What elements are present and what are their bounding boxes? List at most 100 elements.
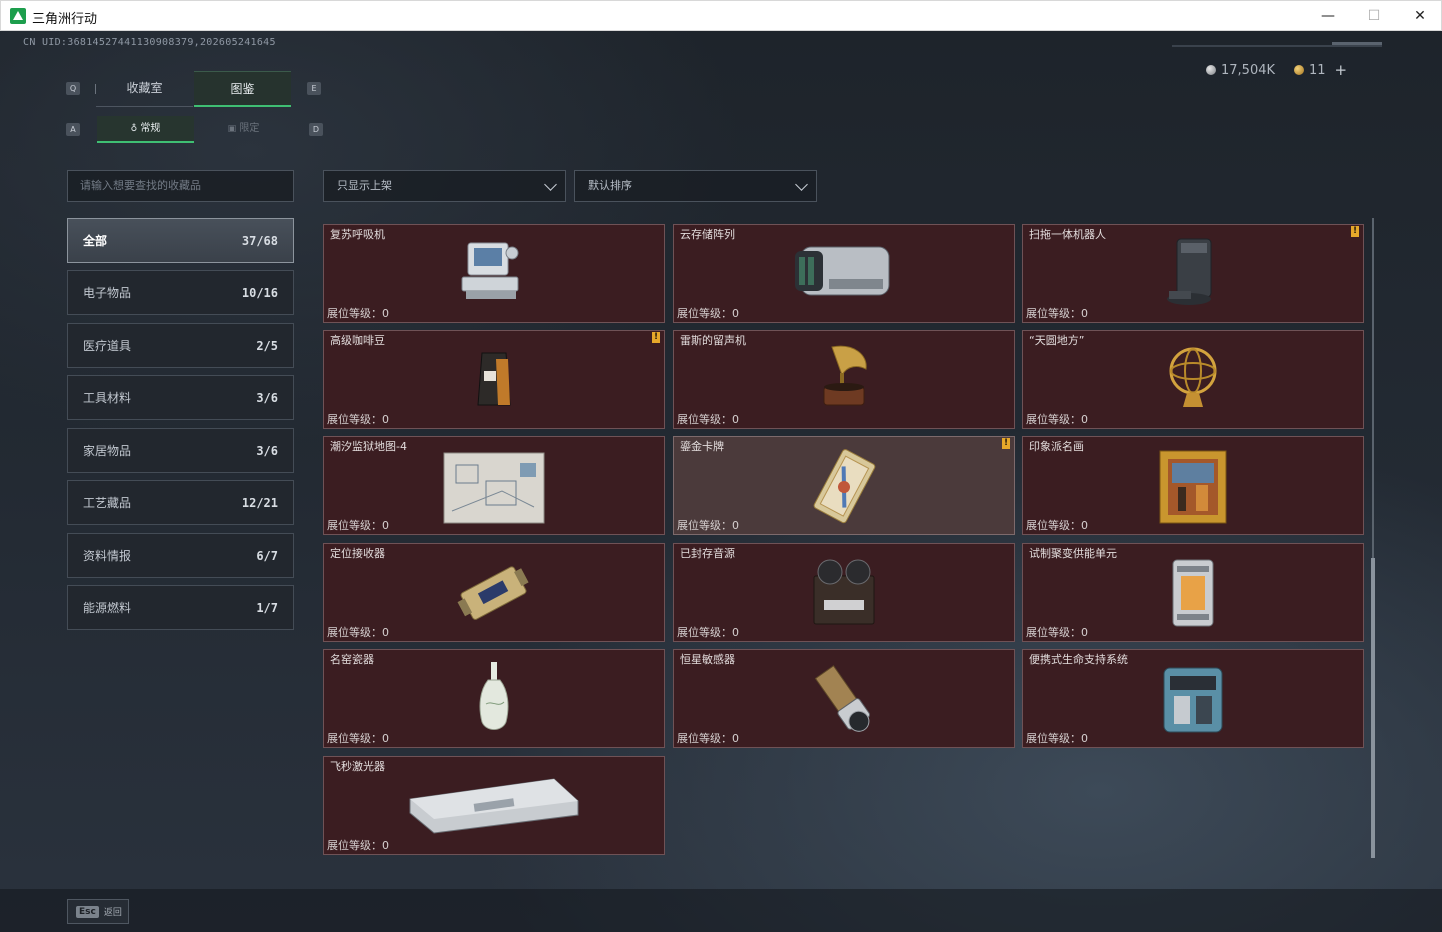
item-card[interactable]: 云存储阵列 展位等级：0 <box>673 224 1015 323</box>
item-name: 复苏呼吸机 <box>330 228 385 241</box>
category-count: 10/16 <box>241 285 278 300</box>
subtab-limited-label: 限定 <box>239 123 260 134</box>
item-card[interactable]: 已封存音源 展位等级：0 <box>673 543 1015 642</box>
item-card[interactable]: 恒星敏感器 展位等级：0 <box>673 649 1015 748</box>
item-card[interactable]: 复苏呼吸机 展位等级：0 <box>323 224 665 323</box>
category-household[interactable]: 家居物品 3/6 <box>67 428 294 473</box>
item-name: 鎏金卡牌 <box>680 440 724 453</box>
limited-icon: ▣ <box>227 124 237 134</box>
item-level: 展位等级：0 <box>327 730 389 746</box>
item-name: “天圆地方” <box>1029 334 1085 347</box>
level-value: 0 <box>732 307 739 320</box>
category-count: 37/68 <box>241 233 278 248</box>
category-intel[interactable]: 资料情报 6/7 <box>67 533 294 578</box>
item-name: 印象派名画 <box>1029 440 1084 453</box>
item-card[interactable]: 试制聚变供能单元 展位等级：0 <box>1022 543 1364 642</box>
category-electronics[interactable]: 电子物品 10/16 <box>67 270 294 315</box>
item-card[interactable]: 印象派名画 展位等级：0 <box>1022 436 1364 535</box>
level-label: 展位等级： <box>677 307 732 320</box>
new-item-badge: ! <box>1351 226 1359 237</box>
collection-search-input[interactable]: 请输入想要查找的收藏品 <box>67 170 294 202</box>
item-card[interactable]: 扫拖一体机器人 ! 展位等级：0 <box>1022 224 1364 323</box>
category-label: 工具材料 <box>83 391 132 405</box>
storage-array-icon <box>795 246 890 296</box>
maximize-button[interactable]: ☐ <box>1351 1 1397 31</box>
back-button[interactable]: Esc 返回 <box>67 899 129 924</box>
minimize-button[interactable]: — <box>1305 1 1351 31</box>
gold-coin-icon <box>1294 65 1304 75</box>
shelf-filter-dropdown[interactable]: 只显示上架 <box>323 170 566 202</box>
item-name: 飞秒激光器 <box>330 760 385 773</box>
item-name: 名窑瓷器 <box>330 653 374 666</box>
category-energy[interactable]: 能源燃料 1/7 <box>67 585 294 630</box>
add-currency-icon[interactable]: + <box>1335 61 1348 79</box>
item-card[interactable]: 便携式生命支持系统 展位等级：0 <box>1022 649 1364 748</box>
item-card[interactable]: “天圆地方” 展位等级：0 <box>1022 330 1364 429</box>
key-hint-d: D <box>309 123 323 136</box>
key-hint-a: A <box>66 123 80 136</box>
level-label: 展位等级： <box>1026 732 1081 745</box>
item-card[interactable]: 定位接收器 展位等级：0 <box>323 543 665 642</box>
close-button[interactable]: ✕ <box>1397 1 1442 31</box>
level-value: 0 <box>1081 519 1088 532</box>
level-value: 0 <box>1081 626 1088 639</box>
category-label: 全部 <box>83 234 108 248</box>
item-card[interactable]: 名窑瓷器 展位等级：0 <box>323 649 665 748</box>
item-level: 展位等级：0 <box>1026 730 1088 746</box>
sort-dropdown[interactable]: 默认排序 <box>574 170 817 202</box>
app-logo-icon <box>10 8 26 24</box>
item-card[interactable]: 雷斯的留声机 展位等级：0 <box>673 330 1015 429</box>
item-level: 展位等级：0 <box>1026 624 1088 640</box>
category-label: 资料情报 <box>83 549 132 563</box>
header-accent <box>1332 42 1382 45</box>
level-value: 0 <box>1081 732 1088 745</box>
level-value: 0 <box>1081 307 1088 320</box>
esc-key-icon: Esc <box>76 905 99 918</box>
level-value: 0 <box>382 413 389 426</box>
category-count: 3/6 <box>256 443 278 458</box>
item-name: 恒星敏感器 <box>680 653 735 666</box>
item-name: 云存储阵列 <box>680 228 735 241</box>
regular-icon: ♁ <box>130 124 138 134</box>
category-crafts[interactable]: 工艺藏品 12/21 <box>67 480 294 525</box>
item-card[interactable]: 潮汐监狱地图-4 展位等级：0 <box>323 436 665 535</box>
tab-catalog[interactable]: 图鉴 <box>194 71 291 107</box>
level-value: 0 <box>382 307 389 320</box>
item-level: 展位等级：0 <box>677 730 739 746</box>
level-label: 展位等级： <box>1026 626 1081 639</box>
category-count: 2/5 <box>256 338 278 353</box>
femtosecond-laser-icon <box>409 778 579 834</box>
gold-currency[interactable]: 11 + <box>1294 61 1347 79</box>
category-tools[interactable]: 工具材料 3/6 <box>67 375 294 420</box>
item-card[interactable]: 高级咖啡豆 ! 展位等级：0 <box>323 330 665 429</box>
level-value: 0 <box>382 732 389 745</box>
category-medical[interactable]: 医疗道具 2/5 <box>67 323 294 368</box>
item-name: 定位接收器 <box>330 547 385 560</box>
tab-collection-room[interactable]: 收藏室 <box>96 71 193 107</box>
subtab-regular[interactable]: ♁ 常规 <box>97 116 194 143</box>
item-name: 已封存音源 <box>680 547 735 560</box>
level-label: 展位等级： <box>327 732 382 745</box>
sort-value: 默认排序 <box>588 179 632 192</box>
category-all[interactable]: 全部 37/68 <box>67 218 294 263</box>
level-value: 0 <box>382 839 389 852</box>
item-card[interactable]: 飞秒激光器 展位等级：0 <box>323 756 665 855</box>
armillary-sphere-icon <box>1169 347 1217 407</box>
category-count: 3/6 <box>256 390 278 405</box>
item-level: 展位等级：0 <box>1026 305 1088 321</box>
subtab-limited[interactable]: ▣ 限定 <box>195 116 292 143</box>
item-card-selected[interactable]: 鎏金卡牌 ! 展位等级：0 <box>673 436 1015 535</box>
chevron-down-icon <box>544 178 557 191</box>
item-name: 扫拖一体机器人 <box>1029 228 1106 241</box>
level-label: 展位等级： <box>327 519 382 532</box>
level-label: 展位等级： <box>327 839 382 852</box>
item-level: 展位等级：0 <box>327 305 389 321</box>
grid-scrollbar-thumb[interactable] <box>1371 558 1375 858</box>
silver-currency: 17,504K <box>1206 61 1275 79</box>
level-label: 展位等级： <box>1026 413 1081 426</box>
user-uid: CN UID:36814527441130908379,202605241645 <box>23 37 276 48</box>
level-label: 展位等级： <box>677 413 732 426</box>
life-support-icon <box>1163 667 1223 733</box>
category-count: 6/7 <box>256 548 278 563</box>
level-value: 0 <box>1081 413 1088 426</box>
